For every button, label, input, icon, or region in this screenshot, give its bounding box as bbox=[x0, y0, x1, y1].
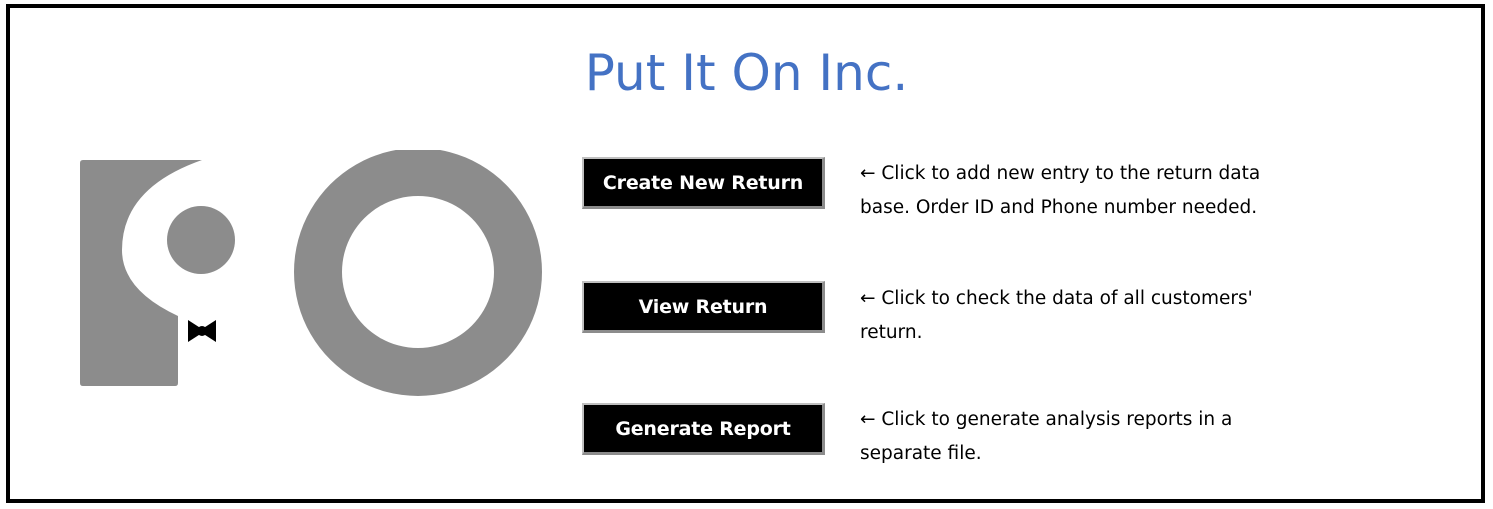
create-new-return-description: ← Click to add new entry to the return d… bbox=[860, 157, 1380, 225]
bowtie-knot bbox=[197, 326, 207, 336]
description-line: return. bbox=[860, 322, 923, 343]
description-line: ← Click to check the data of all custome… bbox=[860, 288, 1253, 309]
generate-report-button[interactable]: Generate Report bbox=[582, 403, 825, 455]
edge-mark bbox=[11, 240, 15, 243]
description-line: ← Click to add new entry to the return d… bbox=[860, 163, 1261, 184]
description-line: separate file. bbox=[860, 443, 982, 464]
generate-report-description: ← Click to generate analysis reports in … bbox=[860, 403, 1380, 471]
view-return-description: ← Click to check the data of all custome… bbox=[860, 282, 1380, 350]
description-line: base. Order ID and Phone number needed. bbox=[860, 197, 1258, 218]
page-title: Put It On Inc. bbox=[584, 44, 909, 102]
edge-mark bbox=[11, 300, 15, 303]
edge-mark bbox=[11, 420, 15, 423]
logo-o-ring bbox=[294, 150, 542, 396]
description-line: ← Click to generate analysis reports in … bbox=[860, 409, 1233, 430]
frame-edge-marks bbox=[11, 60, 15, 480]
create-new-return-button[interactable]: Create New Return bbox=[582, 157, 825, 209]
company-logo bbox=[80, 150, 542, 396]
edge-mark bbox=[11, 120, 15, 123]
edge-mark bbox=[11, 180, 15, 183]
logo-p-shape bbox=[80, 160, 202, 386]
logo-head-circle bbox=[167, 206, 235, 274]
edge-mark bbox=[11, 360, 15, 363]
view-return-button[interactable]: View Return bbox=[582, 281, 825, 333]
